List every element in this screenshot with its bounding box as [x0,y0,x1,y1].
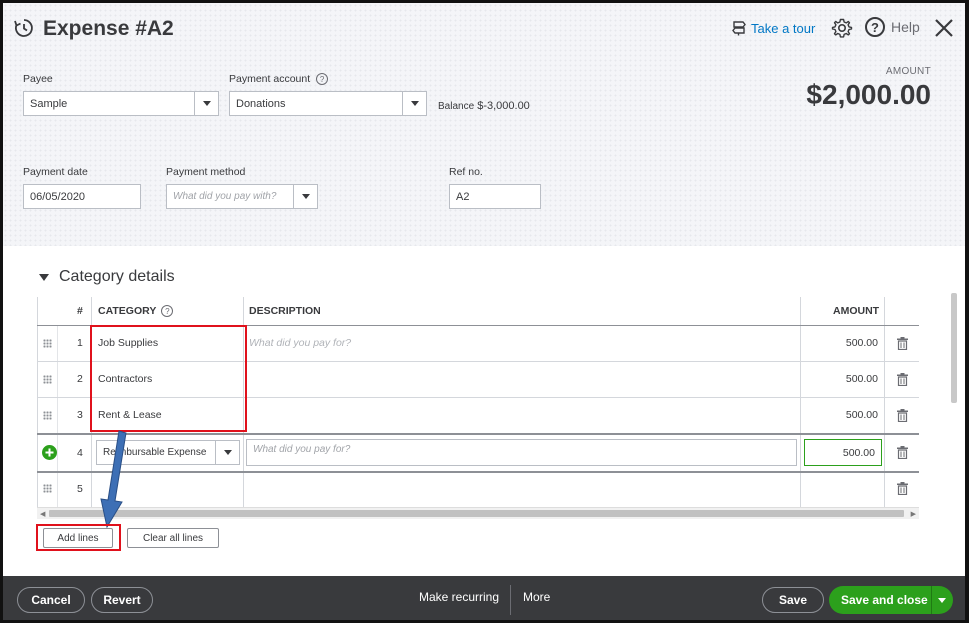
payee-dropdown-arrow[interactable] [194,92,218,115]
drag-handle-icon[interactable] [43,484,52,493]
category-highlight-box [90,325,247,432]
chevron-down-icon [301,194,310,199]
scroll-right-icon[interactable]: ▶ [911,510,916,518]
vertical-scrollbar-thumb[interactable] [951,293,957,403]
trash-icon[interactable] [897,482,908,495]
payment-method-placeholder: What did you pay with? [173,191,277,202]
payment-method-dropdown-arrow[interactable] [293,185,317,208]
col-header-category-label: CATEGORY [98,305,157,317]
payee-select[interactable]: Sample [23,91,219,116]
help-button[interactable]: ? Help [865,17,920,37]
info-icon[interactable]: ? [161,305,174,317]
more-link[interactable]: More [523,590,550,604]
cancel-button[interactable]: Cancel [17,587,85,613]
payment-method-label: Payment method [166,166,246,178]
row-category-dropdown-arrow[interactable] [215,441,239,464]
help-label: Help [891,19,920,35]
payment-date-field[interactable]: 06/05/2020 [23,184,141,209]
clear-all-lines-button[interactable]: Clear all lines [127,528,219,548]
col-header-num: # [77,305,83,317]
recent-transactions-icon[interactable] [13,17,35,39]
footer-divider [510,585,511,615]
grid-line [37,471,919,473]
split-divider [931,586,932,614]
annotation-arrow [100,430,127,529]
footer-bar: Cancel Revert Make recurring More Save S… [3,576,965,620]
payee-label: Payee [23,73,53,85]
chevron-down-icon [410,101,419,106]
trash-icon[interactable] [897,446,908,459]
save-and-close-label: Save and close [841,593,928,607]
payment-method-select[interactable]: What did you pay with? [166,184,318,209]
scroll-left-icon[interactable]: ◀ [40,510,45,518]
row-amount[interactable]: 500.00 [801,361,878,397]
chevron-down-icon [223,450,232,455]
drag-handle-icon[interactable] [43,375,52,384]
take-a-tour-label: Take a tour [751,20,816,36]
trash-icon[interactable] [897,337,908,350]
col-header-amount: AMOUNT [833,305,880,317]
row-number: 4 [77,447,83,459]
caret-down-icon [39,273,49,281]
payment-account-select[interactable]: Donations [229,91,427,116]
gear-icon[interactable] [831,17,853,39]
info-icon[interactable]: ? [316,73,329,85]
payee-value: Sample [30,97,68,110]
header-panel: Expense #A2 Take a tour ? Help Payee Sam… [3,3,965,246]
row-description-input[interactable]: What did you pay for? [246,439,797,466]
col-header-category: CATEGORY ? [98,297,174,325]
drag-handle-icon[interactable] [43,339,52,348]
revert-button[interactable]: Revert [91,587,153,613]
row-amount[interactable]: 500.00 [801,325,878,361]
grid-line [37,297,38,507]
payment-account-dropdown-arrow[interactable] [402,92,426,115]
add-row-icon[interactable] [42,445,57,460]
tour-signpost-icon [732,21,746,36]
chevron-down-icon [202,101,211,106]
save-and-close-button[interactable]: Save and close [829,586,953,614]
help-icon: ? [865,17,885,37]
drag-handle-icon[interactable] [43,411,52,420]
payment-date-label: Payment date [23,166,88,178]
payment-account-label: Payment account [229,73,311,85]
row-description[interactable]: What did you pay for? [249,325,351,361]
grid-line [884,297,885,507]
category-details-title: Category details [59,268,175,285]
row-amount-input[interactable]: 500.00 [804,439,882,466]
row-amount[interactable]: 500.00 [801,397,878,433]
row-number: 2 [77,373,83,385]
save-button[interactable]: Save [762,587,824,613]
row-amount-value: 500.00 [842,446,875,459]
balance-value: $-3,000.00 [477,100,530,112]
make-recurring-link[interactable]: Make recurring [419,590,499,604]
add-lines-highlight-box [36,524,121,551]
grid-line [37,433,919,435]
payment-date-value: 06/05/2020 [30,190,86,203]
row-description-placeholder: What did you pay for? [253,444,351,455]
page-title: Expense #A2 [43,17,174,40]
balance-label: Balance [438,101,475,112]
trash-icon[interactable] [897,373,908,386]
expense-dialog: Expense #A2 Take a tour ? Help Payee Sam… [0,0,969,623]
amount-label: AMOUNT [885,66,931,77]
payment-account-label-wrap: Payment account ? [229,73,329,85]
row-number: 5 [77,483,83,495]
chevron-down-icon[interactable] [938,597,946,603]
amount-total: $2,000.00 [806,79,931,110]
close-icon[interactable] [933,17,955,39]
grid-line [57,325,58,507]
ref-no-field[interactable]: A2 [449,184,541,209]
category-details-toggle[interactable]: Category details [39,268,175,286]
row-number: 1 [77,337,83,349]
scrollbar-thumb[interactable] [49,510,904,517]
take-a-tour-link[interactable]: Take a tour [731,20,815,36]
trash-icon[interactable] [897,409,908,422]
payment-account-value: Donations [236,97,286,110]
ref-no-value: A2 [456,190,470,203]
ref-no-label: Ref no. [449,166,483,178]
balance-display: Balance $-3,000.00 [438,100,530,112]
horizontal-scrollbar[interactable]: ◀ ▶ [37,507,919,519]
row-number: 3 [77,409,83,421]
col-header-description: DESCRIPTION [249,305,321,317]
